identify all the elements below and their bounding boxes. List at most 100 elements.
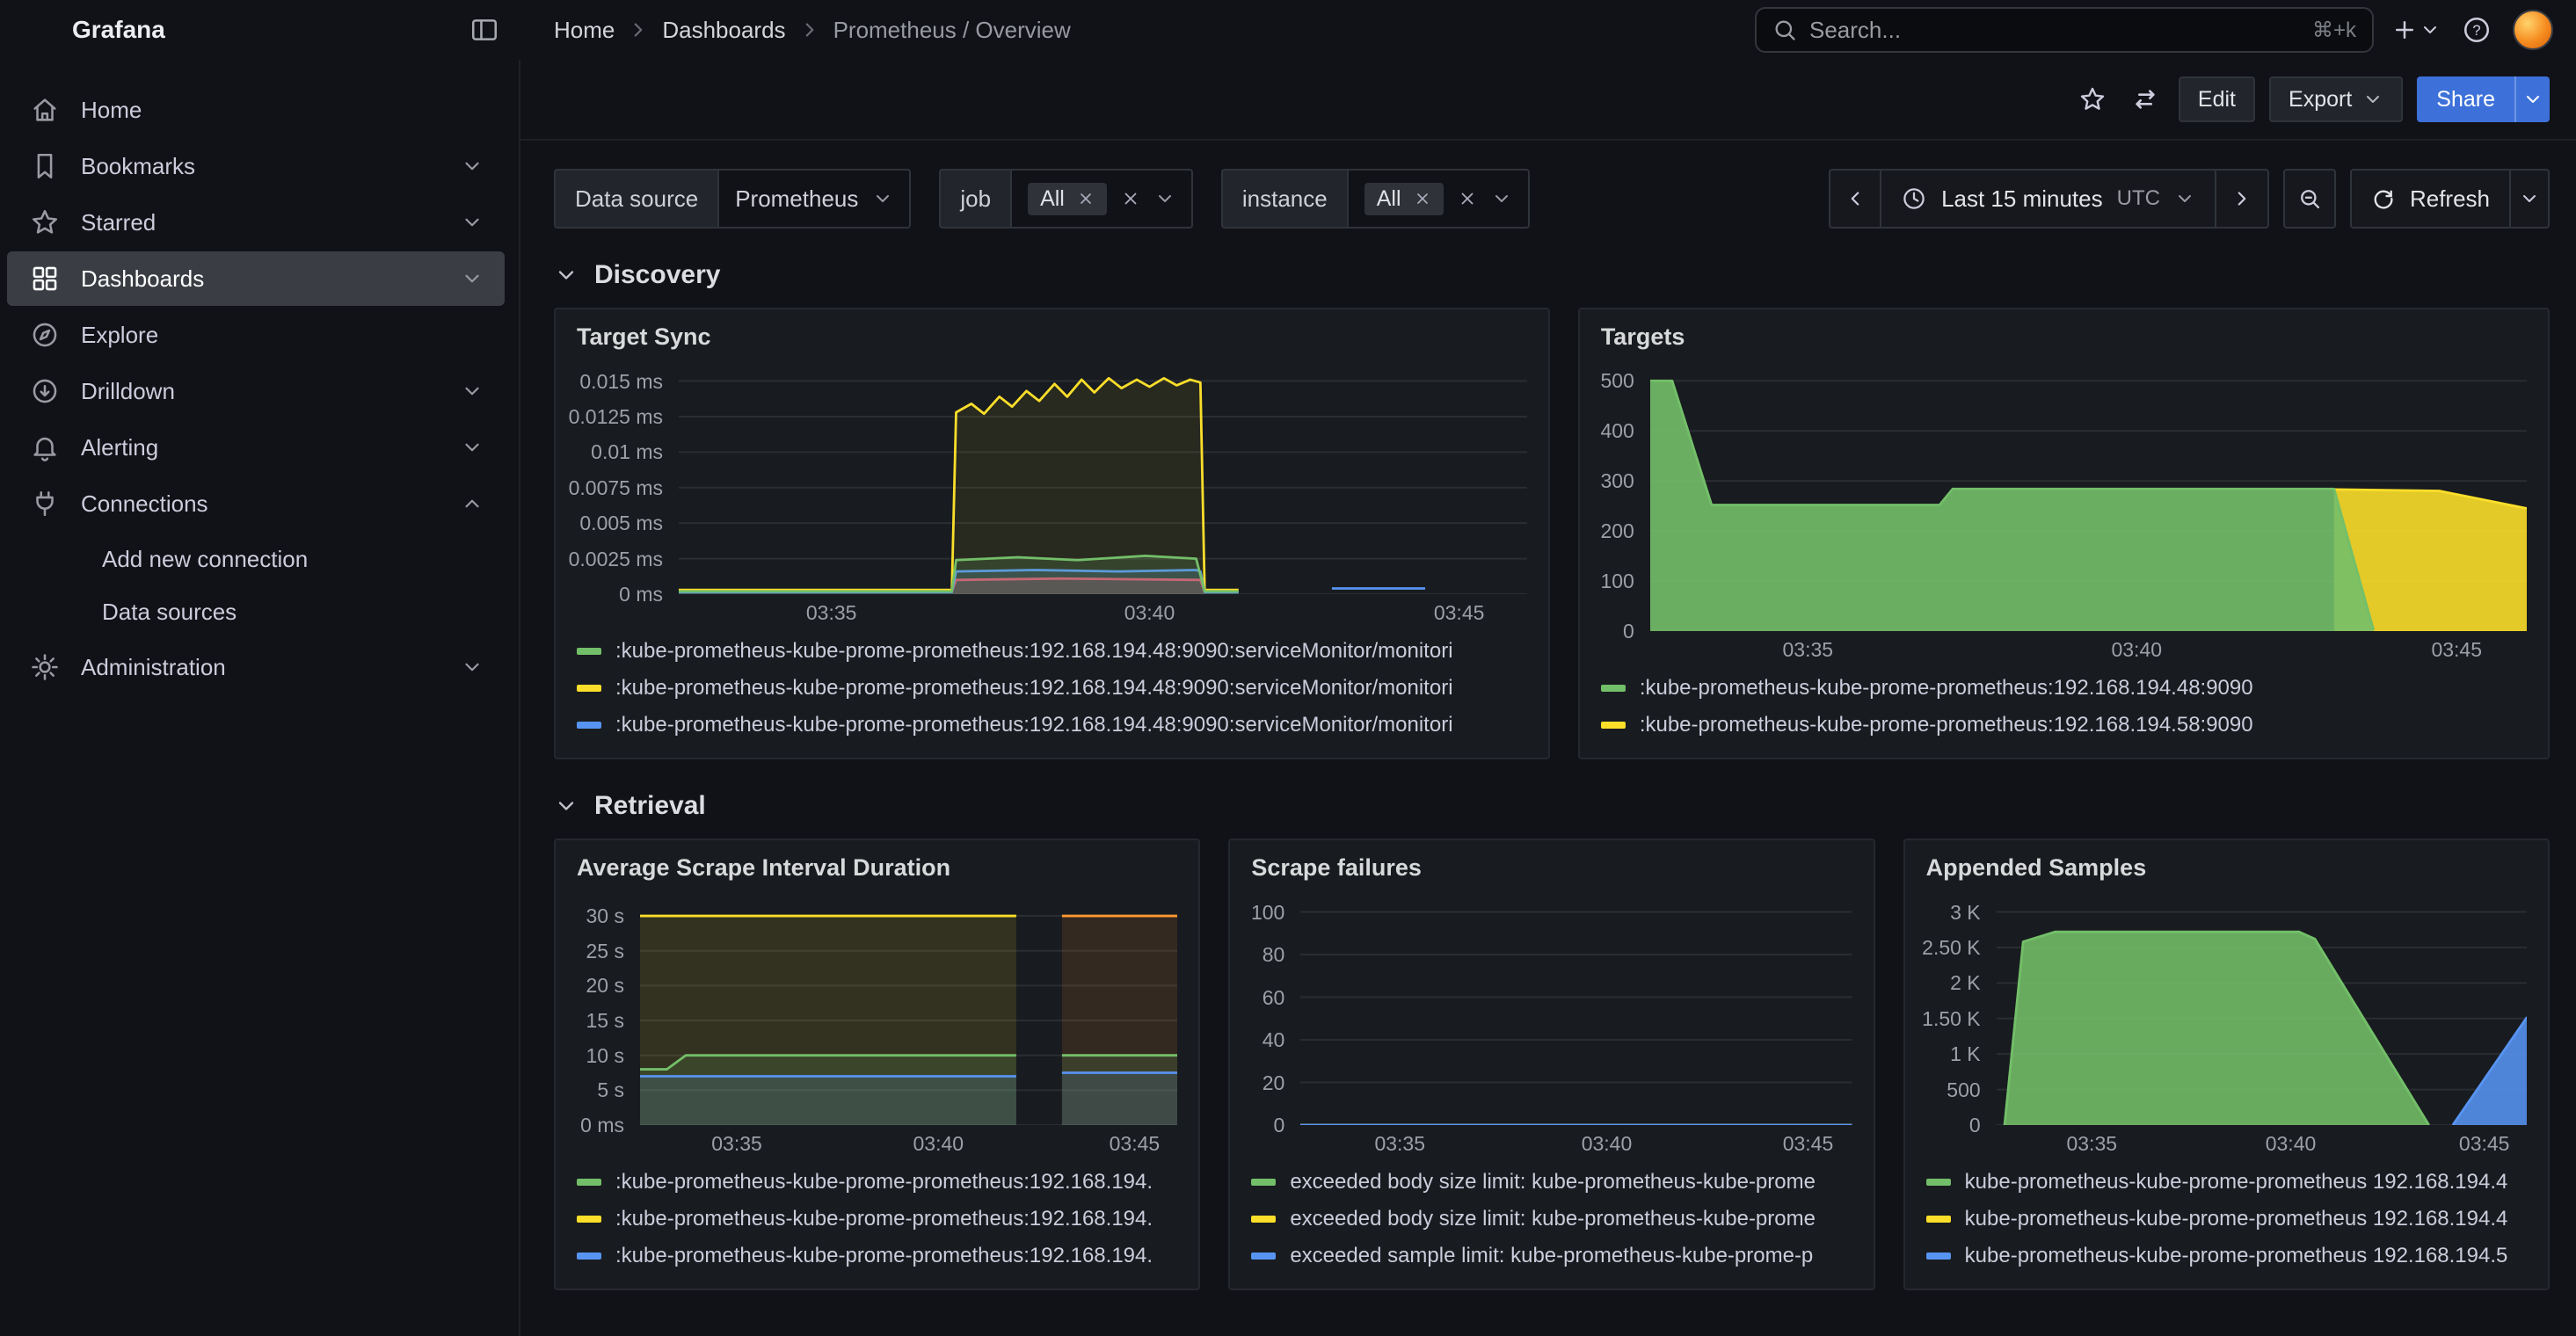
- export-button[interactable]: Export: [2269, 76, 2403, 122]
- job-select[interactable]: All: [1010, 169, 1193, 229]
- plot-area[interactable]: [640, 899, 1177, 1125]
- legend-item[interactable]: kube-prometheus-kube-prome-prometheus 19…: [1926, 1201, 2527, 1238]
- refresh-button[interactable]: Refresh: [2350, 169, 2511, 229]
- share-button[interactable]: Share: [2417, 76, 2514, 122]
- datasource-select[interactable]: Prometheus: [717, 169, 911, 229]
- sidebar-item-label: Dashboards: [81, 265, 204, 293]
- legend-item[interactable]: :kube-prometheus-kube-prome-prometheus:1…: [577, 633, 1527, 670]
- instance-select[interactable]: All: [1347, 169, 1530, 229]
- sidebar-item-data-sources[interactable]: Data sources: [7, 585, 505, 638]
- breadcrumb-current: Prometheus / Overview: [833, 17, 1071, 44]
- chevron-down-icon[interactable]: [461, 211, 484, 234]
- job-value-chip[interactable]: All: [1028, 183, 1107, 215]
- remove-value-icon[interactable]: [1077, 190, 1095, 207]
- legend-item[interactable]: kube-prometheus-kube-prome-prometheus 19…: [1926, 1238, 2527, 1274]
- favorite-star-button[interactable]: [2073, 80, 2112, 119]
- panel-title[interactable]: Target Sync: [556, 309, 1548, 354]
- chevron-up-icon[interactable]: [461, 492, 484, 515]
- instance-value-chip[interactable]: All: [1364, 183, 1444, 215]
- legend-item[interactable]: :kube-prometheus-kube-prome-prometheus:1…: [1601, 670, 2527, 707]
- panel-title[interactable]: Average Scrape Interval Duration: [556, 840, 1198, 885]
- x-axis-labels: 03:3503:4003:45: [1650, 631, 2527, 661]
- search-icon: [1772, 18, 1797, 42]
- view-mode-button[interactable]: [2126, 80, 2165, 119]
- legend-color-marker: [577, 648, 601, 655]
- refresh-interval-caret[interactable]: [2511, 169, 2550, 229]
- remove-value-icon[interactable]: [1414, 190, 1431, 207]
- chevron-down-icon: [554, 794, 579, 818]
- scrape-failures-chart[interactable]: 020406080100 03:3503:4003:45: [1241, 899, 1852, 1155]
- time-shift-back-button[interactable]: [1829, 169, 1881, 229]
- new-menu-button[interactable]: [2391, 17, 2441, 43]
- legend-item[interactable]: exceeded body size limit: kube-prometheu…: [1251, 1201, 1852, 1238]
- zoom-out-time-button[interactable]: [2283, 169, 2336, 229]
- time-shift-forward-button[interactable]: [2216, 169, 2269, 229]
- legend-item[interactable]: exceeded body size limit: kube-prometheu…: [1251, 1164, 1852, 1201]
- targets-chart[interactable]: 0100200300400500 03:3503:4003:45: [1590, 368, 2527, 661]
- chevron-down-icon: [2362, 89, 2383, 110]
- section-discovery[interactable]: Discovery: [554, 260, 2550, 290]
- legend-label: :kube-prometheus-kube-prome-prometheus:1…: [615, 713, 1453, 737]
- sidebar-item-home[interactable]: Home: [7, 83, 505, 137]
- edit-button[interactable]: Edit: [2179, 76, 2255, 122]
- legend-label: exceeded body size limit: kube-prometheu…: [1290, 1207, 1816, 1231]
- chevron-down-icon[interactable]: [461, 267, 484, 290]
- chevron-down-icon: [2174, 188, 2195, 209]
- chevron-down-icon: [1491, 188, 1512, 209]
- legend-label: kube-prometheus-kube-prome-prometheus 19…: [1965, 1244, 2508, 1268]
- chevron-down-icon[interactable]: [461, 436, 484, 459]
- brand-name: Grafana: [72, 16, 165, 44]
- legend-item[interactable]: :kube-prometheus-kube-prome-prometheus:1…: [577, 1201, 1177, 1238]
- legend-item[interactable]: exceeded sample limit: kube-prometheus-k…: [1251, 1238, 1852, 1274]
- sidebar-item-dashboards[interactable]: Dashboards: [7, 251, 505, 306]
- breadcrumb-home[interactable]: Home: [554, 17, 615, 44]
- plot-area[interactable]: [1997, 899, 2527, 1125]
- legend-item[interactable]: :kube-prometheus-kube-prome-prometheus:1…: [1601, 707, 2527, 744]
- clear-icon[interactable]: [1121, 189, 1140, 208]
- sidebar-item-label: Drilldown: [81, 378, 175, 405]
- chevron-down-icon[interactable]: [461, 380, 484, 403]
- legend-color-marker: [577, 1252, 601, 1260]
- search-input[interactable]: Search... ⌘+k: [1755, 7, 2374, 53]
- chevron-down-icon[interactable]: [461, 155, 484, 178]
- legend-item[interactable]: :kube-prometheus-kube-prome-prometheus:1…: [577, 1164, 1177, 1201]
- grafana-logo-icon[interactable]: [21, 12, 56, 47]
- user-avatar[interactable]: [2513, 10, 2553, 50]
- time-range-picker[interactable]: Last 15 minutes UTC: [1881, 169, 2216, 229]
- sidebar-item-bookmarks[interactable]: Bookmarks: [7, 139, 505, 193]
- panel-title[interactable]: Scrape failures: [1230, 840, 1873, 885]
- clear-icon[interactable]: [1458, 189, 1477, 208]
- help-button[interactable]: [2462, 15, 2492, 45]
- chevron-down-icon[interactable]: [461, 656, 484, 679]
- avg-scrape-chart[interactable]: 0 ms5 s10 s15 s20 s25 s30 s 03:3503:4003…: [566, 899, 1177, 1155]
- y-axis-labels: 020406080100: [1241, 899, 1300, 1125]
- legend-item[interactable]: kube-prometheus-kube-prome-prometheus 19…: [1926, 1164, 2527, 1201]
- panel-scrape-failures: Scrape failures 020406080100 03:3503:400…: [1228, 839, 1874, 1290]
- sidebar-item-drilldown[interactable]: Drilldown: [7, 364, 505, 418]
- sidebar-item-connections[interactable]: Connections: [7, 476, 505, 531]
- legend-color-marker: [1601, 722, 1626, 729]
- sidebar-item-administration[interactable]: Administration: [7, 640, 505, 694]
- plot-area[interactable]: [1650, 368, 2527, 631]
- plot-area[interactable]: [679, 368, 1527, 594]
- sidebar-item-add-new-connection[interactable]: Add new connection: [7, 533, 505, 585]
- sidebar-item-explore[interactable]: Explore: [7, 308, 505, 362]
- plot-area[interactable]: [1300, 899, 1852, 1125]
- share-menu-caret[interactable]: [2514, 76, 2550, 122]
- sidebar-item-starred[interactable]: Starred: [7, 195, 505, 250]
- panel-title[interactable]: Targets: [1580, 309, 2548, 354]
- panel-title[interactable]: Appended Samples: [1905, 840, 2548, 885]
- appended-samples-chart[interactable]: 05001 K1.50 K2 K2.50 K3 K 03:3503:4003:4…: [1916, 899, 2527, 1155]
- dock-menu-icon[interactable]: [469, 15, 499, 45]
- target-sync-chart[interactable]: 0 ms0.0025 ms0.005 ms0.0075 ms0.01 ms0.0…: [566, 368, 1527, 624]
- legend-label: exceeded sample limit: kube-prometheus-k…: [1290, 1244, 1813, 1268]
- section-retrieval[interactable]: Retrieval: [554, 791, 2550, 821]
- variables-bar: Data source Prometheus job All: [520, 141, 2576, 229]
- legend-item[interactable]: :kube-prometheus-kube-prome-prometheus:1…: [577, 670, 1527, 707]
- breadcrumb-dashboards[interactable]: Dashboards: [662, 17, 785, 44]
- sidebar-item-alerting[interactable]: Alerting: [7, 420, 505, 475]
- legend-item[interactable]: :kube-prometheus-kube-prome-prometheus:1…: [577, 1238, 1177, 1274]
- panel-appended-samples: Appended Samples 05001 K1.50 K2 K2.50 K3…: [1903, 839, 2550, 1290]
- legend-item[interactable]: :kube-prometheus-kube-prome-prometheus:1…: [577, 707, 1527, 744]
- plug-icon: [30, 489, 60, 519]
